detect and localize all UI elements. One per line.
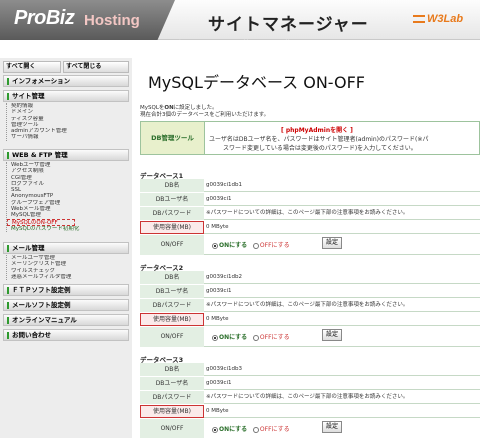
- sidebar-item[interactable]: 迷惑メールフィルタ管理: [7, 274, 130, 280]
- db-tool-description: ユーザ名はDBユーザ名を、パスワードはサイト管理者(admin)のパスワード(※…: [209, 136, 429, 143]
- on-radio[interactable]: [212, 334, 218, 341]
- sidebar-section-mailsoft[interactable]: メールソフト設定例: [3, 299, 129, 311]
- db-name-label: DB名: [140, 271, 204, 284]
- on-radio-label[interactable]: ONにする: [219, 334, 247, 341]
- db-name-value: g0039ci1db3: [206, 366, 243, 372]
- phpmyadmin-link[interactable]: [ phpMyAdminを開く ]: [281, 125, 353, 134]
- db-pass-note: ※パスワードについての詳細は、このページ最下部の注意事項をお読みください。: [206, 210, 409, 216]
- table-row: ON/OFF ONにする OFFにする 設定: [140, 327, 480, 347]
- db-count-message: 現在合計3個のデータベースをご利用いただけます。: [140, 112, 270, 118]
- off-radio-label[interactable]: OFFにする: [260, 242, 290, 249]
- main-content: MySQLデータベース ON-OFF MySQLをONに設定しました。 現在合計…: [132, 58, 480, 438]
- onoff-label: ON/OFF: [140, 327, 204, 347]
- sidebar-web-list: Webユーザ管理 アクセス制限 CGI管理 ログファイル SSL Anonymo…: [6, 162, 130, 232]
- db-name-value: g0039ci1db2: [206, 274, 243, 280]
- off-radio[interactable]: [252, 242, 259, 249]
- page-header-title: サイトマネージャー: [208, 15, 369, 35]
- w3lab-logo: W3Lab: [413, 13, 463, 25]
- usage-label: 使用容量(MB): [140, 313, 204, 326]
- db-pass-note: ※パスワードについての詳細は、このページ最下部の注意事項をお読みください。: [206, 394, 409, 400]
- table-row: DBパスワード ※パスワードについての詳細は、このページ最下部の注意事項をお読みく…: [140, 207, 480, 220]
- sidebar-site-list: 契約情報 ドメイン ディスク容量 管理ツール adminアカウント管理 サーバ情…: [6, 103, 130, 141]
- onoff-label: ON/OFF: [140, 419, 204, 438]
- collapse-all-label: すべて閉じる: [66, 63, 102, 70]
- table-row: DBパスワード ※パスワードについての詳細は、このページ最下部の注意事項をお読みく…: [140, 299, 480, 312]
- table-row: DB名 g0039ci1db2: [140, 271, 480, 284]
- set-button[interactable]: 設定: [322, 329, 342, 341]
- logo-hosting-text: Hosting: [84, 12, 140, 29]
- on-radio-label[interactable]: ONにする: [219, 426, 247, 433]
- sidebar-item-mysql-onoff-active[interactable]: MySQLのON-OFF: [7, 218, 75, 226]
- db-user-value: g0039ci1: [206, 288, 232, 294]
- db-name-label: DB名: [140, 179, 204, 192]
- onoff-radio-group: ONにする OFFにする: [212, 332, 290, 341]
- breadcrumb[interactable]: TOP > サイトマネージャー > Web&FTP管理 > MySQL管理 > …: [132, 38, 356, 47]
- db-pass-label: DBパスワード: [140, 207, 204, 220]
- on-radio[interactable]: [212, 426, 218, 433]
- sidebar-section-mail[interactable]: メール管理: [3, 242, 129, 254]
- table-row: DB名 g0039ci1db1: [140, 179, 480, 192]
- header-bar: ProBiz Hosting サイトマネージャー W3Lab TOP > サイト…: [0, 0, 480, 47]
- table-row: 使用容量(MB) 0 MByte: [140, 405, 480, 418]
- table-row: ON/OFF ONにする OFFにする 設定: [140, 235, 480, 255]
- sidebar-section-site[interactable]: サイト管理: [3, 90, 129, 102]
- logo-probiz-text: ProBiz: [14, 7, 75, 29]
- table-row: DBユーザ名 g0039ci1: [140, 377, 480, 390]
- db-tool-description: スワード変更している場合は変更後のパスワード)を入力してください。: [223, 145, 417, 152]
- table-row: DB名 g0039ci1db3: [140, 363, 480, 376]
- db-tool-label: DB管理ツール: [141, 122, 205, 154]
- expand-all-label: すべて開く: [6, 63, 36, 70]
- sidebar-section-ftp[interactable]: ＦＴＰソフト設定例: [3, 284, 129, 296]
- onoff-radio-group: ONにする OFFにする: [212, 240, 290, 249]
- sidebar-item[interactable]: サーバ情報: [7, 134, 130, 140]
- db-user-label: DBユーザ名: [140, 285, 204, 298]
- db-user-label: DBユーザ名: [140, 377, 204, 390]
- table-row: DBパスワード ※パスワードについての詳細は、このページ最下部の注意事項をお読みく…: [140, 391, 480, 404]
- table-row: DBユーザ名 g0039ci1: [140, 285, 480, 298]
- sidebar-section-manual[interactable]: オンラインマニュアル: [3, 314, 129, 326]
- page-title: MySQLデータベース ON-OFF: [148, 73, 366, 92]
- expand-all-button[interactable]: すべて開く: [3, 61, 61, 73]
- usage-label: 使用容量(MB): [140, 221, 204, 234]
- on-radio[interactable]: [212, 242, 218, 249]
- db-name-value: g0039ci1db1: [206, 182, 243, 188]
- db-user-value: g0039ci1: [206, 380, 232, 386]
- set-button[interactable]: 設定: [322, 421, 342, 433]
- w3lab-logo-text: W3Lab: [427, 13, 464, 25]
- usage-value: 0 MByte: [206, 224, 229, 230]
- db-user-label: DBユーザ名: [140, 193, 204, 206]
- set-button[interactable]: 設定: [322, 237, 342, 249]
- sidebar-item[interactable]: MySQLのパスワード初期化: [7, 226, 130, 232]
- table-row: 使用容量(MB) 0 MByte: [140, 221, 480, 234]
- off-radio[interactable]: [252, 426, 259, 433]
- table-row: ON/OFF ONにする OFFにする 設定: [140, 419, 480, 438]
- sidebar: すべて開く すべて閉じる インフォメーション サイト管理 契約情報 ドメイン デ…: [0, 58, 132, 438]
- db-name-label: DB名: [140, 363, 204, 376]
- collapse-all-button[interactable]: すべて閉じる: [63, 61, 129, 73]
- off-radio-label[interactable]: OFFにする: [260, 426, 290, 433]
- usage-label: 使用容量(MB): [140, 405, 204, 418]
- table-row: DBユーザ名 g0039ci1: [140, 193, 480, 206]
- db-user-value: g0039ci1: [206, 196, 232, 202]
- w3lab-mark-icon: [413, 15, 425, 24]
- sidebar-mail-list: メールユーザ管理 メーリングリスト管理 ウイルスチェック 迷惑メールフィルタ管理: [6, 255, 130, 281]
- on-radio-label[interactable]: ONにする: [219, 242, 247, 249]
- onoff-radio-group: ONにする OFFにする: [212, 424, 290, 433]
- off-radio[interactable]: [252, 334, 259, 341]
- sidebar-section-web[interactable]: WEB & FTP 管理: [3, 149, 129, 161]
- db-pass-label: DBパスワード: [140, 391, 204, 404]
- sidebar-section-info[interactable]: インフォメーション: [3, 75, 129, 87]
- usage-value: 0 MByte: [206, 316, 229, 322]
- table-row: 使用容量(MB) 0 MByte: [140, 313, 480, 326]
- off-radio-label[interactable]: OFFにする: [260, 334, 290, 341]
- db-pass-label: DBパスワード: [140, 299, 204, 312]
- sidebar-section-contact[interactable]: お問い合わせ: [3, 329, 129, 341]
- onoff-label: ON/OFF: [140, 235, 204, 255]
- db-tool-box: DB管理ツール [ phpMyAdminを開く ] ユーザ名はDBユーザ名を、パ…: [140, 121, 480, 155]
- db-pass-note: ※パスワードについての詳細は、このページ最下部の注意事項をお読みください。: [206, 302, 409, 308]
- probiz-logo[interactable]: ProBiz Hosting: [0, 0, 175, 40]
- usage-value: 0 MByte: [206, 408, 229, 414]
